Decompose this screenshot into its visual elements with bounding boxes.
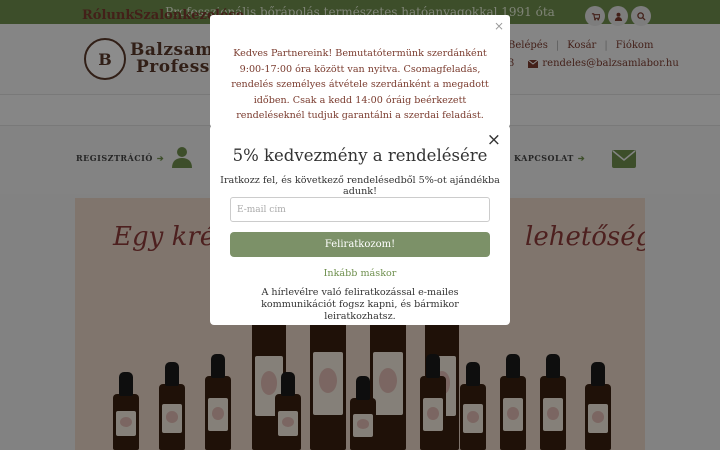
- newsletter-modal: × 5% kedvezmény a rendelésére Iratkozz f…: [210, 125, 510, 325]
- modal-title: 5% kedvezmény a rendelésére: [232, 146, 488, 165]
- dismiss-later-link[interactable]: Inkább máskor: [210, 268, 510, 279]
- consent-text: A hírlevélre való feliratkozással e-mail…: [261, 287, 459, 322]
- modal-description: Iratkozz fel, és következő rendelésedből…: [220, 175, 500, 197]
- email-field[interactable]: [230, 197, 490, 222]
- opening-hours-notice: × Kedves Partnereink! Bemutatótermünk sz…: [210, 15, 510, 137]
- subscribe-button[interactable]: Feliratkozom!: [230, 232, 490, 257]
- notice-close-icon[interactable]: ×: [494, 19, 504, 33]
